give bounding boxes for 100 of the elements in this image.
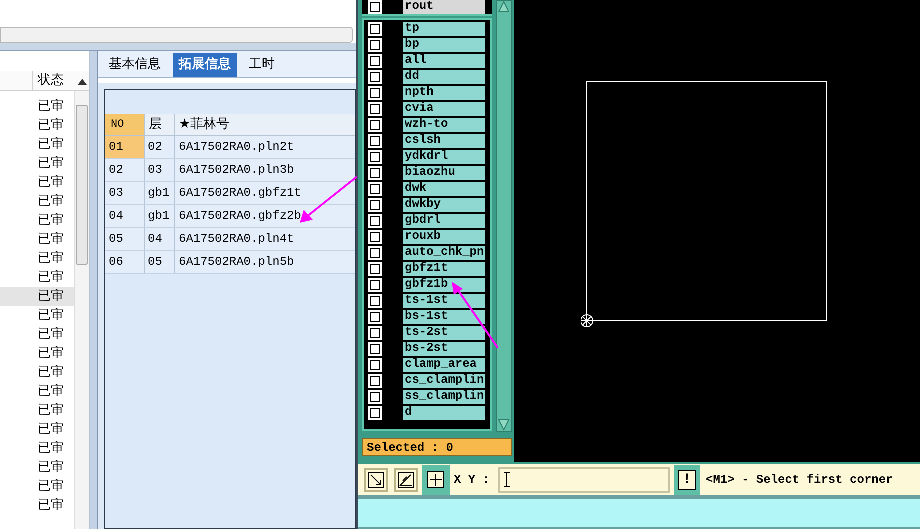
grid-snap-icon[interactable] bbox=[422, 464, 450, 494]
layer-name[interactable]: auto_chk_pn bbox=[403, 246, 485, 260]
list-row[interactable]: 已审 bbox=[0, 211, 74, 230]
tab[interactable]: 工时 bbox=[243, 53, 281, 77]
table-cell: 05 bbox=[105, 228, 145, 250]
layer-checkbox[interactable] bbox=[368, 246, 382, 260]
layer-checkbox[interactable] bbox=[368, 326, 382, 340]
layer-name[interactable]: cvia bbox=[403, 102, 485, 116]
layer-checkbox[interactable] bbox=[368, 310, 382, 324]
layer-name[interactable]: cslsh bbox=[403, 134, 485, 148]
list-row[interactable]: 已审 bbox=[0, 382, 74, 401]
layer-name[interactable]: rout bbox=[403, 0, 485, 14]
layer-checkbox[interactable] bbox=[368, 294, 382, 308]
status-text: 已审 bbox=[38, 98, 64, 116]
list-row[interactable]: 已审 bbox=[0, 97, 74, 116]
list-row[interactable]: 已审 bbox=[0, 401, 74, 420]
list-row[interactable]: 已审 bbox=[0, 496, 74, 515]
list-row[interactable]: 已审 bbox=[0, 154, 74, 173]
status-text: 已审 bbox=[38, 497, 64, 515]
layer-checkbox[interactable] bbox=[368, 118, 382, 132]
list-row[interactable]: 已审 bbox=[0, 306, 74, 325]
list-row[interactable]: 已审 bbox=[0, 363, 74, 382]
layer-name[interactable]: d bbox=[403, 406, 485, 420]
scroll-thumb[interactable] bbox=[76, 105, 88, 265]
layer-name[interactable]: npth bbox=[403, 86, 485, 100]
layer-name[interactable]: clamp_area bbox=[403, 358, 485, 372]
list-row[interactable]: 已审 bbox=[0, 173, 74, 192]
zoom-diagonal-icon[interactable] bbox=[364, 468, 388, 492]
layer-checkbox[interactable] bbox=[368, 198, 382, 212]
layer-checkbox[interactable] bbox=[368, 0, 382, 14]
list-row[interactable]: 已审 bbox=[0, 268, 74, 287]
layer-checkbox[interactable] bbox=[368, 70, 382, 84]
list-row[interactable]: 已审 bbox=[0, 230, 74, 249]
table-cell: 03 bbox=[105, 182, 145, 204]
layer-name[interactable]: ydkdrl bbox=[403, 150, 485, 164]
table-row[interactable]: 01 02 6A17502RA0.pln2t bbox=[105, 136, 355, 159]
table-row[interactable]: 05 04 6A17502RA0.pln4t bbox=[105, 228, 355, 251]
layer-checkbox[interactable] bbox=[368, 262, 382, 276]
scroll-up-icon[interactable] bbox=[78, 79, 86, 85]
list-row[interactable]: 已审 bbox=[0, 420, 74, 439]
alert-button[interactable]: ! bbox=[674, 464, 700, 494]
list-row[interactable]: 已审 bbox=[0, 135, 74, 154]
layer-checkbox[interactable] bbox=[368, 406, 382, 420]
layer-checkbox[interactable] bbox=[368, 214, 382, 228]
table-cell: 06 bbox=[105, 251, 145, 273]
layer-name[interactable]: gbfz1b bbox=[403, 278, 485, 292]
layer-name[interactable]: ss_clamplin bbox=[403, 390, 485, 404]
list-row[interactable]: 已审 bbox=[0, 192, 74, 211]
layer-name[interactable]: gbfz1t bbox=[403, 262, 485, 276]
list-row[interactable]: 已审 bbox=[0, 439, 74, 458]
layer-name[interactable]: biaozhu bbox=[403, 166, 485, 180]
tab[interactable]: 基本信息 bbox=[103, 53, 167, 77]
list-row[interactable]: 已审 bbox=[0, 477, 74, 496]
layer-checkbox[interactable] bbox=[368, 102, 382, 116]
layer-checkbox[interactable] bbox=[368, 374, 382, 388]
layer-checkbox[interactable] bbox=[368, 54, 382, 68]
layer-name[interactable]: all bbox=[403, 54, 485, 68]
list-row[interactable]: 已审 bbox=[0, 116, 74, 135]
column-header[interactable]: NO bbox=[105, 114, 145, 135]
layer-name[interactable]: tp bbox=[403, 22, 485, 36]
layer-checkbox[interactable] bbox=[368, 150, 382, 164]
layer-checkbox[interactable] bbox=[368, 134, 382, 148]
tab[interactable]: 拓展信息 bbox=[173, 53, 237, 77]
list-row[interactable]: 已审 bbox=[0, 344, 74, 363]
column-header[interactable]: 层 bbox=[145, 114, 175, 135]
layer-name[interactable]: wzh-to bbox=[403, 118, 485, 132]
table-row[interactable]: 03 gb1 6A17502RA0.gbfz1t bbox=[105, 182, 355, 205]
layer-name[interactable]: dwk bbox=[403, 182, 485, 196]
layer-checkbox[interactable] bbox=[368, 166, 382, 180]
layer-name[interactable]: bs-1st bbox=[403, 310, 485, 324]
layer-name[interactable]: dd bbox=[403, 70, 485, 84]
layer-name[interactable]: dwkby bbox=[403, 198, 485, 212]
layer-checkbox[interactable] bbox=[368, 38, 382, 52]
layer-name[interactable]: gbdrl bbox=[403, 214, 485, 228]
layer-checkbox[interactable] bbox=[368, 22, 382, 36]
table-row[interactable]: 06 05 6A17502RA0.pln5b bbox=[105, 251, 355, 274]
coordinate-input[interactable] bbox=[498, 466, 670, 492]
list-row[interactable]: 已审 bbox=[0, 287, 74, 306]
layer-name[interactable]: ts-2st bbox=[403, 326, 485, 340]
vertical-scrollbar[interactable] bbox=[496, 0, 512, 432]
layer-checkbox[interactable] bbox=[368, 278, 382, 292]
column-header[interactable]: ★菲林号 bbox=[175, 114, 355, 135]
list-row[interactable]: 已审 bbox=[0, 458, 74, 477]
layer-checkbox[interactable] bbox=[368, 230, 382, 244]
layer-checkbox[interactable] bbox=[368, 182, 382, 196]
layer-name[interactable]: rouxb bbox=[403, 230, 485, 244]
layer-name[interactable]: bp bbox=[403, 38, 485, 52]
layer-checkbox[interactable] bbox=[368, 342, 382, 356]
measure-angle-icon[interactable] bbox=[394, 468, 418, 492]
table-row[interactable]: 02 03 6A17502RA0.pln3b bbox=[105, 159, 355, 182]
table-row[interactable]: 04 gb1 6A17502RA0.gbfz2b bbox=[105, 205, 355, 228]
layer-name[interactable]: ts-1st bbox=[403, 294, 485, 308]
layer-name[interactable]: cs_clamplin bbox=[403, 374, 485, 388]
layer-name[interactable]: bs-2st bbox=[403, 342, 485, 356]
list-row[interactable]: 已审 bbox=[0, 325, 74, 344]
layer-checkbox[interactable] bbox=[368, 86, 382, 100]
list-row[interactable]: 已审 bbox=[0, 249, 74, 268]
layer-checkbox[interactable] bbox=[368, 390, 382, 404]
layer-checkbox[interactable] bbox=[368, 358, 382, 372]
scroll-down-icon[interactable] bbox=[498, 419, 510, 431]
